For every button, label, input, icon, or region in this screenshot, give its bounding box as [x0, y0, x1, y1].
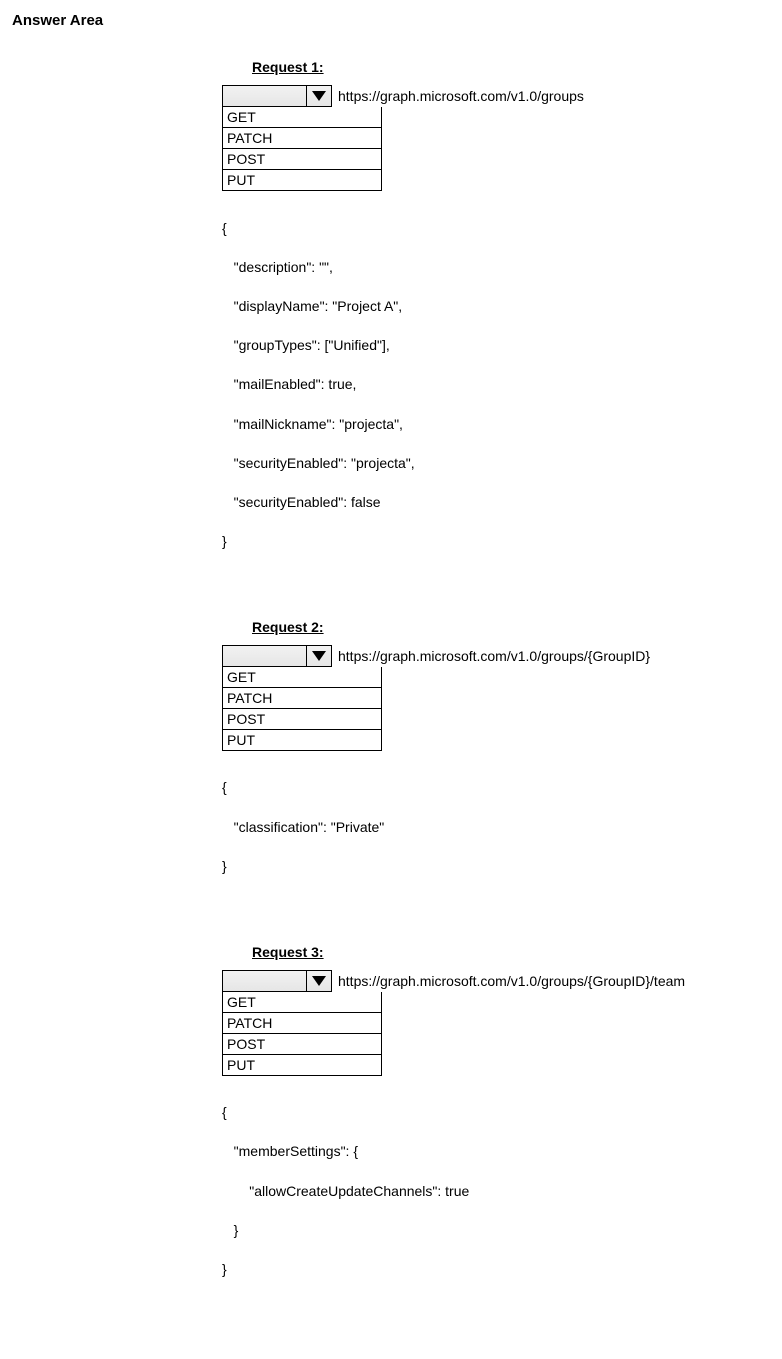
- body-line: "allowCreateUpdateChannels": true: [222, 1182, 770, 1202]
- request-2-body: { "classification": "Private" }: [222, 759, 770, 916]
- request-2-option-patch[interactable]: PATCH: [223, 687, 381, 708]
- body-line: }: [222, 1221, 770, 1241]
- body-line: }: [222, 857, 770, 877]
- body-line: "mailNickname": "projecta",: [222, 415, 770, 435]
- body-line: {: [222, 1103, 770, 1123]
- request-3-body: { "memberSettings": { "allowCreateUpdate…: [222, 1084, 770, 1319]
- request-1-option-patch[interactable]: PATCH: [223, 127, 381, 148]
- request-2-dropdown-arrow-cell[interactable]: [306, 646, 331, 666]
- request-3-url: https://graph.microsoft.com/v1.0/groups/…: [338, 973, 685, 989]
- request-3-option-get[interactable]: GET: [223, 992, 381, 1012]
- request-2-row: https://graph.microsoft.com/v1.0/groups/…: [222, 645, 770, 667]
- body-line: "groupTypes": ["Unified"],: [222, 336, 770, 356]
- request-1-options: GET PATCH POST PUT: [222, 107, 382, 191]
- body-line: "description": "",: [222, 258, 770, 278]
- request-1-row: https://graph.microsoft.com/v1.0/groups: [222, 85, 770, 107]
- request-1-url: https://graph.microsoft.com/v1.0/groups: [338, 88, 584, 104]
- request-1-method-dropdown[interactable]: [222, 85, 332, 107]
- request-3-block: Request 3: https://graph.microsoft.com/v…: [222, 944, 770, 1319]
- body-line: "securityEnabled": false: [222, 493, 770, 513]
- request-1-body: { "description": "", "displayName": "Pro…: [222, 199, 770, 591]
- chevron-down-icon: [312, 976, 326, 986]
- request-3-option-put[interactable]: PUT: [223, 1054, 381, 1075]
- body-line: {: [222, 778, 770, 798]
- request-3-row: https://graph.microsoft.com/v1.0/groups/…: [222, 970, 770, 992]
- request-2-option-put[interactable]: PUT: [223, 729, 381, 750]
- request-2-option-post[interactable]: POST: [223, 708, 381, 729]
- request-1-option-get[interactable]: GET: [223, 107, 381, 127]
- body-line: }: [222, 532, 770, 552]
- request-3-option-post[interactable]: POST: [223, 1033, 381, 1054]
- request-3-option-patch[interactable]: PATCH: [223, 1012, 381, 1033]
- chevron-down-icon: [312, 91, 326, 101]
- request-3-dropdown-arrow-cell[interactable]: [306, 971, 331, 991]
- body-line: "mailEnabled": true,: [222, 375, 770, 395]
- request-2-method-dropdown[interactable]: [222, 645, 332, 667]
- page-title: Answer Area: [12, 12, 770, 29]
- request-3-options: GET PATCH POST PUT: [222, 992, 382, 1076]
- body-line: "displayName": "Project A",: [222, 297, 770, 317]
- request-2-options: GET PATCH POST PUT: [222, 667, 382, 751]
- request-1-option-post[interactable]: POST: [223, 148, 381, 169]
- body-line: "securityEnabled": "projecta",: [222, 454, 770, 474]
- request-2-title: Request 2:: [252, 619, 770, 635]
- request-1-dropdown-arrow-cell[interactable]: [306, 86, 331, 106]
- request-1-block: Request 1: https://graph.microsoft.com/v…: [222, 59, 770, 591]
- request-2-block: Request 2: https://graph.microsoft.com/v…: [222, 619, 770, 916]
- request-3-method-dropdown[interactable]: [222, 970, 332, 992]
- body-line: }: [222, 1260, 770, 1280]
- body-line: "memberSettings": {: [222, 1142, 770, 1162]
- request-1-title: Request 1:: [252, 59, 770, 75]
- chevron-down-icon: [312, 651, 326, 661]
- body-line: "classification": "Private": [222, 818, 770, 838]
- request-3-title: Request 3:: [252, 944, 770, 960]
- body-line: {: [222, 219, 770, 239]
- request-2-option-get[interactable]: GET: [223, 667, 381, 687]
- request-1-option-put[interactable]: PUT: [223, 169, 381, 190]
- request-2-url: https://graph.microsoft.com/v1.0/groups/…: [338, 648, 650, 664]
